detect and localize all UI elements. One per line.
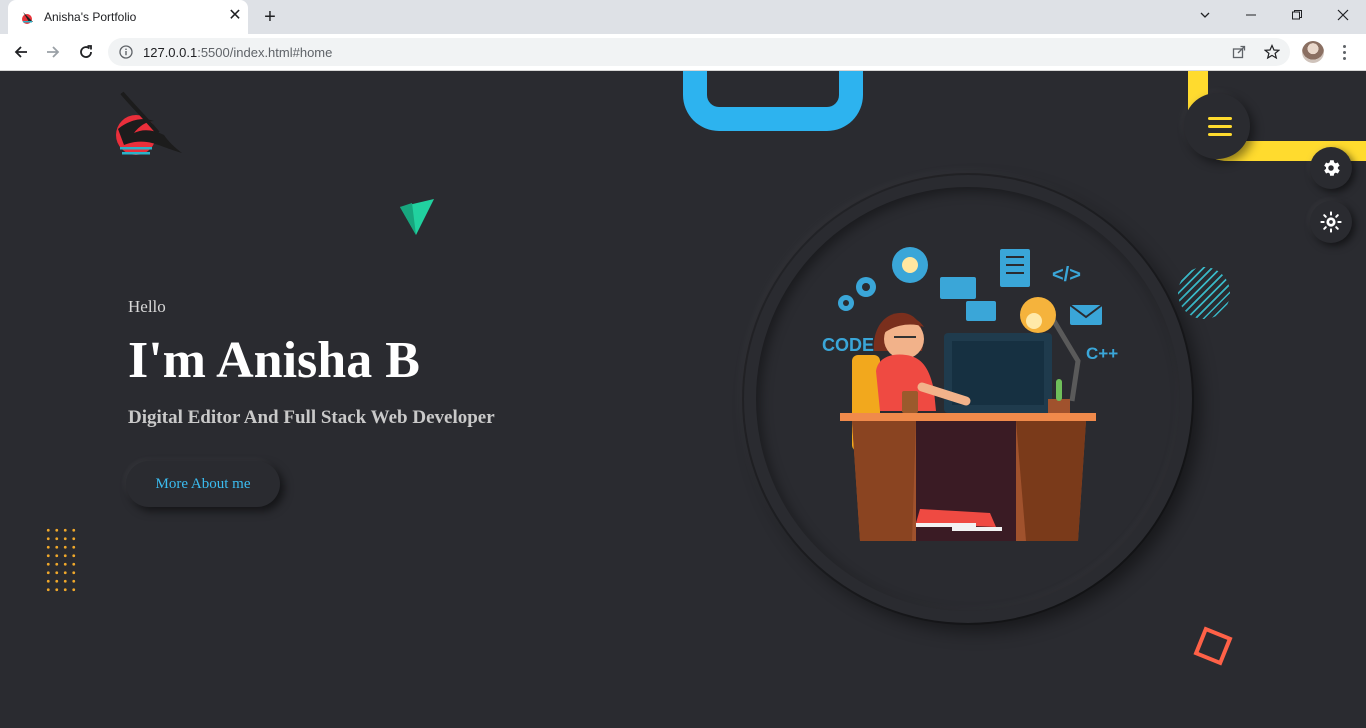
browser-toolbar: 127.0.0.1:5500/index.html#home <box>0 34 1366 71</box>
theme-toggle-button[interactable] <box>1310 201 1352 243</box>
hero-role: Digital Editor And Full Stack Web Develo… <box>128 407 495 428</box>
forward-button[interactable] <box>40 39 66 65</box>
browser-menu-icon[interactable] <box>1334 40 1354 64</box>
decorative-blue-shape <box>683 71 863 131</box>
gear-icon <box>1324 160 1340 176</box>
close-window-button[interactable] <box>1320 0 1366 30</box>
address-bar[interactable]: 127.0.0.1:5500/index.html#home <box>108 38 1290 66</box>
tab-search-icon[interactable] <box>1182 0 1228 30</box>
illustration-code-label: CODE <box>822 335 874 355</box>
decorative-dot-grid <box>44 526 80 592</box>
hero-name: I'm Anisha B <box>128 332 420 389</box>
site-info-icon[interactable] <box>117 43 135 61</box>
hero-greeting: Hello <box>128 297 166 316</box>
tab-close-icon[interactable]: ✕ <box>226 7 244 25</box>
hamburger-menu-button[interactable] <box>1184 93 1250 159</box>
decorative-triangle <box>400 199 434 235</box>
reload-button[interactable] <box>73 39 99 65</box>
more-about-me-button[interactable]: More About me <box>126 461 280 507</box>
bookmark-star-icon[interactable] <box>1263 43 1281 61</box>
back-button[interactable] <box>8 39 34 65</box>
hamburger-icon <box>1208 116 1232 120</box>
settings-button[interactable] <box>1310 147 1352 189</box>
decorative-striped-circle <box>1178 267 1230 319</box>
sun-icon <box>1320 211 1342 233</box>
browser-tab[interactable]: Anisha's Portfolio ✕ <box>8 0 248 34</box>
favicon-icon <box>22 12 33 24</box>
decorative-square <box>1193 626 1233 666</box>
illustration-cpp-label: C++ <box>1086 344 1118 363</box>
portfolio-page: Hello I'm Anisha B Digital Editor And Fu… <box>0 71 1366 728</box>
share-icon[interactable] <box>1230 43 1248 61</box>
site-logo[interactable] <box>112 91 184 163</box>
profile-avatar[interactable] <box>1302 41 1324 63</box>
new-tab-button[interactable]: + <box>258 5 282 29</box>
developer-illustration: </> CODE C++ <box>822 247 1118 541</box>
url-text: 127.0.0.1:5500/index.html#home <box>143 45 333 60</box>
minimize-button[interactable] <box>1228 0 1274 30</box>
tab-title: Anisha's Portfolio <box>44 10 137 24</box>
browser-tab-strip: Anisha's Portfolio ✕ + <box>0 0 1366 34</box>
illustration-tag-label: </> <box>1052 264 1081 286</box>
restore-button[interactable] <box>1274 0 1320 30</box>
